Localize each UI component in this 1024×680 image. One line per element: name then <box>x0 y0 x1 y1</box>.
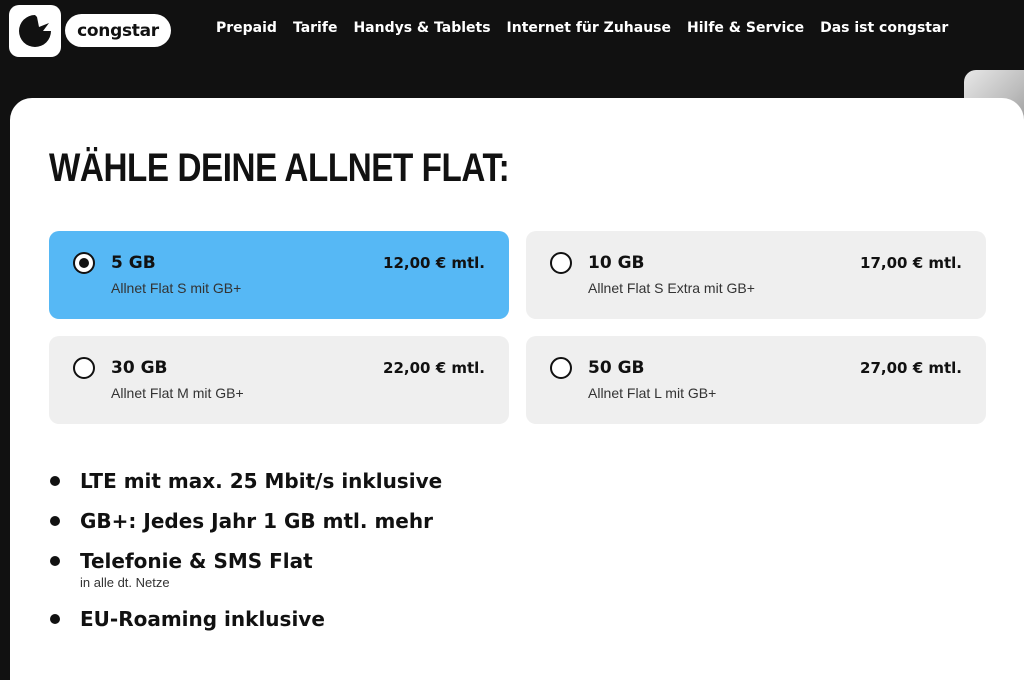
tariff-option-50gb[interactable]: 50 GB Allnet Flat L mit GB+ 27,00 € mtl. <box>526 336 986 424</box>
site-header: congstar Prepaid Tarife Handys & Tablets… <box>0 0 1024 62</box>
option-price: 27,00 € mtl. <box>860 359 962 377</box>
nav-item-internet-zuhause[interactable]: Internet für Zuhause <box>507 20 671 42</box>
nav-item-handys-tablets[interactable]: Handys & Tablets <box>353 20 490 42</box>
option-volume: 10 GB <box>588 253 645 273</box>
nav-item-hilfe-service[interactable]: Hilfe & Service <box>687 20 804 42</box>
option-name: Allnet Flat M mit GB+ <box>111 385 244 401</box>
tariff-option-10gb[interactable]: 10 GB Allnet Flat S Extra mit GB+ 17,00 … <box>526 231 986 319</box>
feature-text: Telefonie & SMS Flat <box>80 549 313 573</box>
feature-subtext: in alle dt. Netze <box>80 575 170 590</box>
option-name: Allnet Flat S mit GB+ <box>111 280 242 296</box>
option-volume: 50 GB <box>588 358 645 378</box>
feature-text: LTE mit max. 25 Mbit/s inklusive <box>80 469 443 493</box>
option-name: Allnet Flat L mit GB+ <box>588 385 717 401</box>
tariff-card: WÄHLE DEINE ALLNET FLAT: 5 GB Allnet Fla… <box>10 98 1024 680</box>
radio-icon[interactable] <box>550 357 572 379</box>
option-price: 12,00 € mtl. <box>383 254 485 272</box>
option-price: 22,00 € mtl. <box>383 359 485 377</box>
bullet-icon <box>50 556 60 566</box>
nav-item-tarife[interactable]: Tarife <box>293 20 337 42</box>
feature-list: LTE mit max. 25 Mbit/s inklusive GB+: Je… <box>50 468 750 646</box>
tariff-option-30gb[interactable]: 30 GB Allnet Flat M mit GB+ 22,00 € mtl. <box>49 336 509 424</box>
tariff-option-5gb[interactable]: 5 GB Allnet Flat S mit GB+ 12,00 € mtl. <box>49 231 509 319</box>
radio-icon[interactable] <box>73 357 95 379</box>
nav-item-das-ist-congstar[interactable]: Das ist congstar <box>820 20 948 42</box>
option-price: 17,00 € mtl. <box>860 254 962 272</box>
feature-item: Telefonie & SMS Flat in alle dt. Netze <box>50 548 750 592</box>
page-title: WÄHLE DEINE ALLNET FLAT: <box>49 146 510 190</box>
option-volume: 30 GB <box>111 358 168 378</box>
feature-item: LTE mit max. 25 Mbit/s inklusive <box>50 468 750 494</box>
radio-selected-icon[interactable] <box>73 252 95 274</box>
bullet-icon <box>50 516 60 526</box>
feature-item: EU-Roaming inklusive <box>50 606 750 632</box>
option-volume: 5 GB <box>111 253 156 273</box>
congstar-logo-icon[interactable] <box>9 5 61 57</box>
nav-item-prepaid[interactable]: Prepaid <box>216 20 277 42</box>
option-name: Allnet Flat S Extra mit GB+ <box>588 280 755 296</box>
bullet-icon <box>50 614 60 624</box>
feature-text: GB+: Jedes Jahr 1 GB mtl. mehr <box>80 509 433 533</box>
bullet-icon <box>50 476 60 486</box>
feature-item: GB+: Jedes Jahr 1 GB mtl. mehr <box>50 508 750 534</box>
feature-text: EU-Roaming inklusive <box>80 607 325 631</box>
main-nav: Prepaid Tarife Handys & Tablets Internet… <box>216 20 948 42</box>
brand-wordmark[interactable]: congstar <box>65 14 171 47</box>
radio-icon[interactable] <box>550 252 572 274</box>
